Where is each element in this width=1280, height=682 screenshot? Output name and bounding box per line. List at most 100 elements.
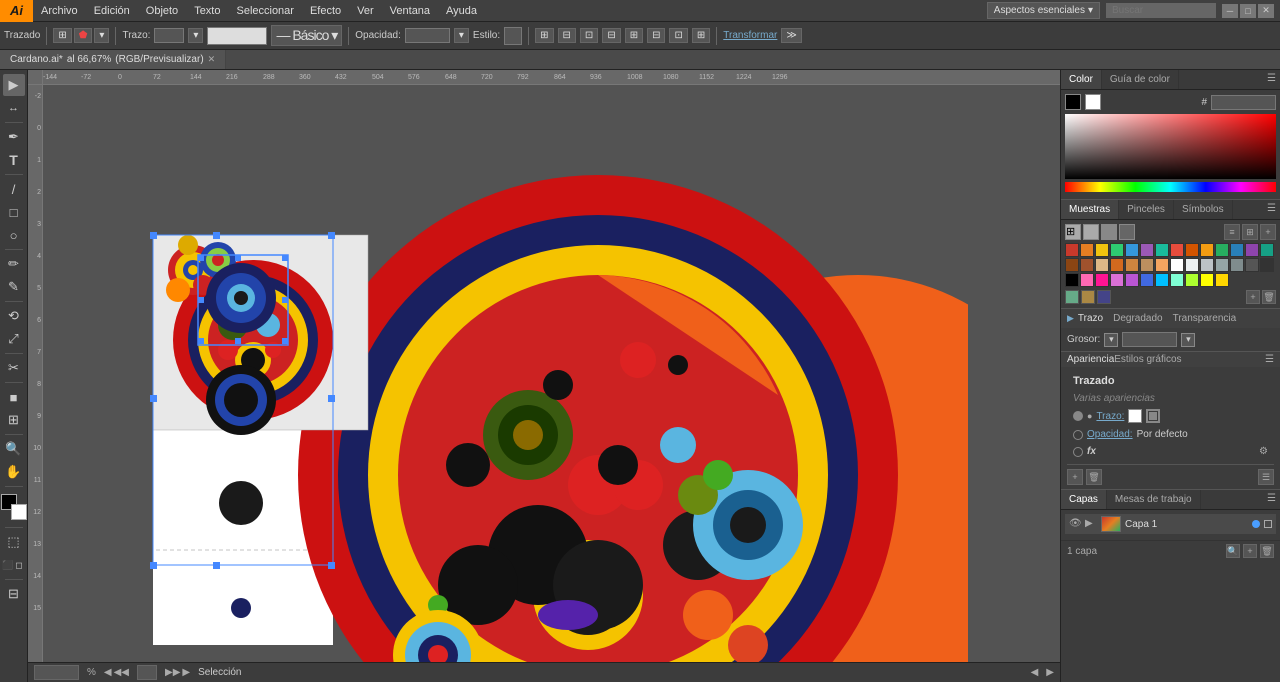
swatch-dark-gray[interactable] [1245, 258, 1259, 272]
pen-tool[interactable]: ✒ [3, 126, 25, 148]
swatch-special-2[interactable] [1081, 290, 1095, 304]
tb-align5[interactable]: ⊞ [625, 28, 643, 43]
stroke-expand-icon[interactable]: ▶ [1067, 313, 1074, 324]
swatch-orange[interactable] [1080, 243, 1094, 257]
menu-objeto[interactable]: Objeto [138, 2, 186, 20]
swatch-silver[interactable] [1200, 258, 1214, 272]
opacidad-input[interactable]: 100% [405, 28, 450, 43]
maximize-button[interactable]: □ [1240, 4, 1256, 18]
tab-close-button[interactable]: ✕ [208, 54, 216, 65]
fx-settings-icon[interactable]: ⚙ [1259, 446, 1268, 457]
apariencia-trazo-visibility[interactable]: ● [1087, 411, 1092, 421]
fill-none-btn[interactable]: ⬚ [3, 531, 25, 553]
swatches-icon-1[interactable]: ⊞ [1065, 224, 1081, 240]
trazo-input[interactable] [154, 28, 184, 43]
estilos-graficos-label[interactable]: Estilos gráficos [1114, 354, 1181, 365]
swatch-emerald[interactable] [1215, 243, 1229, 257]
swatch-sandy[interactable] [1155, 258, 1169, 272]
tab-simbolos[interactable]: Símbolos [1174, 200, 1233, 219]
trazo-link[interactable]: Trazo: [1096, 411, 1124, 422]
swatch-cobalt[interactable] [1230, 243, 1244, 257]
tab-capas[interactable]: Capas [1061, 490, 1107, 509]
menu-edicion[interactable]: Edición [86, 2, 138, 20]
tb-align7[interactable]: ⊡ [669, 28, 687, 43]
trazo-stroke-box[interactable] [1146, 409, 1160, 423]
del-swatch-btn[interactable]: 🗑 [1262, 290, 1276, 304]
artboard-tool[interactable]: ⊟ [3, 583, 25, 605]
search-input[interactable] [1106, 3, 1216, 18]
scissors-tool[interactable]: ✂ [3, 357, 25, 379]
swatch-aquamarine[interactable] [1170, 273, 1184, 287]
color-indicator[interactable] [1, 494, 27, 520]
tb-align3[interactable]: ⊡ [580, 28, 598, 43]
tb-align8[interactable]: ⊞ [692, 28, 710, 43]
swatch-medium-orchid[interactable] [1125, 273, 1139, 287]
swatch-yellow[interactable] [1095, 243, 1109, 257]
apariencia-del-btn[interactable]: 🗑 [1086, 469, 1102, 485]
muestras-menu[interactable]: ☰ [1263, 200, 1280, 219]
layer-lock-1[interactable] [1264, 520, 1272, 528]
degradado-label[interactable]: Degradado [1113, 313, 1162, 324]
swatch-special-1[interactable] [1065, 290, 1079, 304]
white-swatch[interactable] [1085, 94, 1101, 110]
menu-seleccionar[interactable]: Seleccionar [228, 2, 301, 20]
search-layers-btn[interactable]: 🔍 [1226, 544, 1240, 558]
swatch-deep-sky[interactable] [1155, 273, 1169, 287]
grosor-down-btn[interactable]: ▾ [1104, 333, 1118, 347]
swatch-yellow2[interactable] [1200, 273, 1214, 287]
swatch-black[interactable] [1065, 273, 1079, 287]
swatch-brown[interactable] [1065, 258, 1079, 272]
ellipse-tool[interactable]: ○ [3, 224, 25, 246]
swatches-list-btn[interactable]: ≡ [1224, 224, 1240, 240]
close-button[interactable]: ✕ [1258, 4, 1274, 18]
swatch-royal-blue[interactable] [1140, 273, 1154, 287]
rectangle-tool[interactable]: □ [3, 201, 25, 223]
swatch-orchid[interactable] [1110, 273, 1124, 287]
swatch-darker[interactable] [1260, 258, 1274, 272]
scroll-right-btn[interactable]: ▶ [1046, 667, 1054, 678]
menu-efecto[interactable]: Efecto [302, 2, 349, 20]
swatch-chocolate[interactable] [1110, 258, 1124, 272]
menu-ver[interactable]: Ver [349, 2, 382, 20]
rotate-tool[interactable]: ⟲ [3, 305, 25, 327]
swatch-burlywood[interactable] [1095, 258, 1109, 272]
swatch-rosy-brown[interactable] [1140, 258, 1154, 272]
swatch-sienna[interactable] [1080, 258, 1094, 272]
swatches-icon-2[interactable] [1083, 224, 1099, 240]
swatch-green[interactable] [1110, 243, 1124, 257]
black-swatch[interactable] [1065, 94, 1081, 110]
del-layer-btn[interactable]: 🗑 [1260, 544, 1274, 558]
apariencia-new-btn[interactable]: + [1067, 469, 1083, 485]
opacidad-link[interactable]: Opacidad: [1087, 429, 1133, 440]
tab-color[interactable]: Color [1061, 70, 1102, 89]
gradient-tool[interactable]: ■ [3, 386, 25, 408]
tab-guia-color[interactable]: Guía de color [1102, 70, 1179, 89]
scroll-left-btn[interactable]: ◀ [1031, 667, 1039, 678]
background-color[interactable] [11, 504, 27, 520]
transformar-button[interactable]: Transformar [723, 30, 777, 41]
type-tool[interactable]: T [3, 149, 25, 171]
next-page-button[interactable]: ▶ [182, 667, 190, 678]
document-tab[interactable]: Cardano.ai* al 66,67% (RGB/Previsualizar… [0, 50, 226, 69]
hue-bar[interactable] [1065, 182, 1276, 192]
pencil-tool[interactable]: ✎ [3, 276, 25, 298]
apariencia-tab-label[interactable]: Apariencia [1067, 354, 1114, 365]
swatch-special-3[interactable] [1097, 290, 1111, 304]
fx-label[interactable]: fx [1087, 446, 1096, 457]
swatch-gold[interactable] [1215, 273, 1229, 287]
selection-tool[interactable]: ▶ [3, 74, 25, 96]
swatch-violet[interactable] [1245, 243, 1259, 257]
swatch-white[interactable] [1170, 258, 1184, 272]
swatch-dark-teal[interactable] [1260, 243, 1274, 257]
tb-align6[interactable]: ⊟ [647, 28, 665, 43]
tab-muestras[interactable]: Muestras [1061, 200, 1119, 219]
swatch-teal[interactable] [1155, 243, 1169, 257]
swatch-peru[interactable] [1125, 258, 1139, 272]
apariencia-menu-btn[interactable]: ☰ [1265, 354, 1274, 365]
hex-input[interactable]: 000000 [1211, 95, 1276, 110]
swatch-purple[interactable] [1140, 243, 1154, 257]
swatch-red2[interactable] [1170, 243, 1184, 257]
last-page-button[interactable]: ▶▶ [165, 667, 180, 678]
swatch-concrete[interactable] [1215, 258, 1229, 272]
swatches-icon-4[interactable] [1119, 224, 1135, 240]
